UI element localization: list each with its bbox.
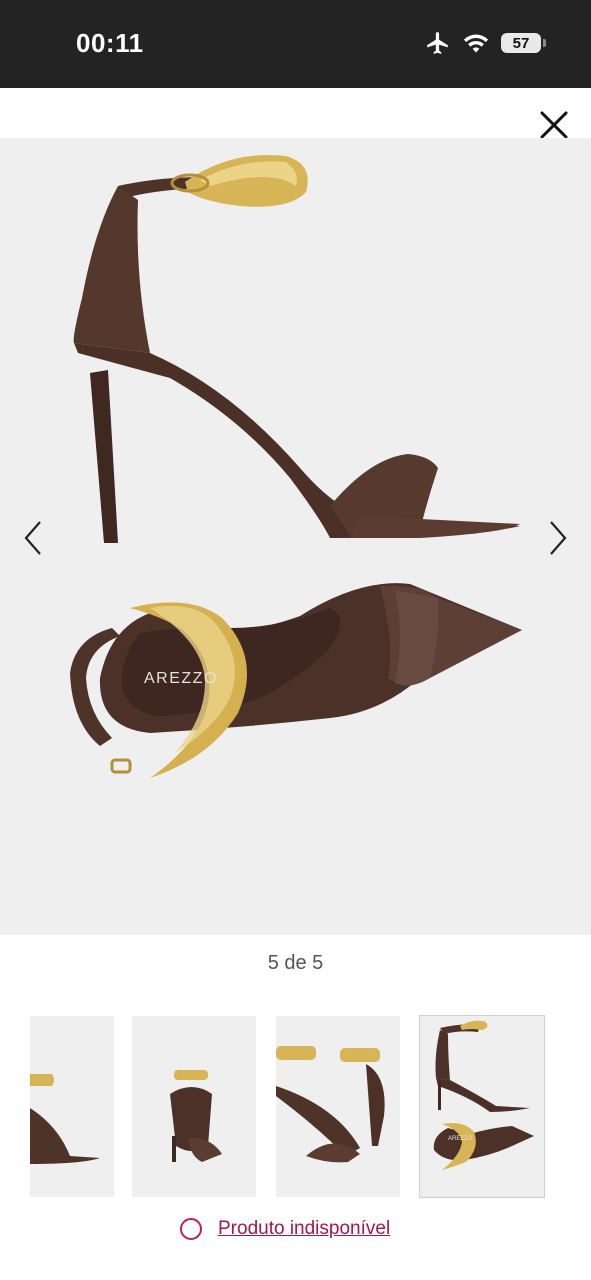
thumbnail-partial[interactable] <box>30 1016 114 1197</box>
unavailable-link[interactable]: Produto indisponível <box>218 1218 390 1240</box>
status-bar: 00:11 57 <box>0 0 591 88</box>
thumbnail-combo-image: AREZZO <box>433 1020 534 1170</box>
product-image-main: AREZZO <box>0 138 591 935</box>
thumbnail-partial-image <box>30 1074 100 1164</box>
svg-text:AREZZO: AREZZO <box>448 1136 473 1142</box>
thumbnail-combo[interactable]: AREZZO <box>419 1015 545 1198</box>
thumbnail-angle-image <box>276 1046 385 1163</box>
thumbnail-back-image <box>170 1070 222 1162</box>
thumbnail-angle[interactable] <box>276 1016 400 1197</box>
info-icon <box>180 1218 202 1240</box>
thumbnail-strip[interactable]: AREZZO <box>0 1015 591 1200</box>
sandal-side-view <box>73 155 520 543</box>
sandal-top-view <box>70 583 522 778</box>
availability-notice: Produto indisponível <box>0 1212 591 1242</box>
insole-brand: AREZZO <box>144 670 218 687</box>
status-icons: 57 <box>425 30 546 56</box>
modal-header <box>0 88 591 139</box>
product-photo: AREZZO <box>70 155 522 778</box>
wifi-icon <box>463 34 489 53</box>
previous-image-arrow[interactable] <box>18 518 48 558</box>
next-image-arrow[interactable] <box>543 518 573 558</box>
status-time: 00:11 <box>76 28 144 58</box>
thumbnail-back[interactable] <box>132 1016 256 1197</box>
airplane-mode-icon <box>427 32 448 54</box>
battery-icon: 57 <box>501 33 546 53</box>
image-counter: 5 de 5 <box>267 952 324 974</box>
